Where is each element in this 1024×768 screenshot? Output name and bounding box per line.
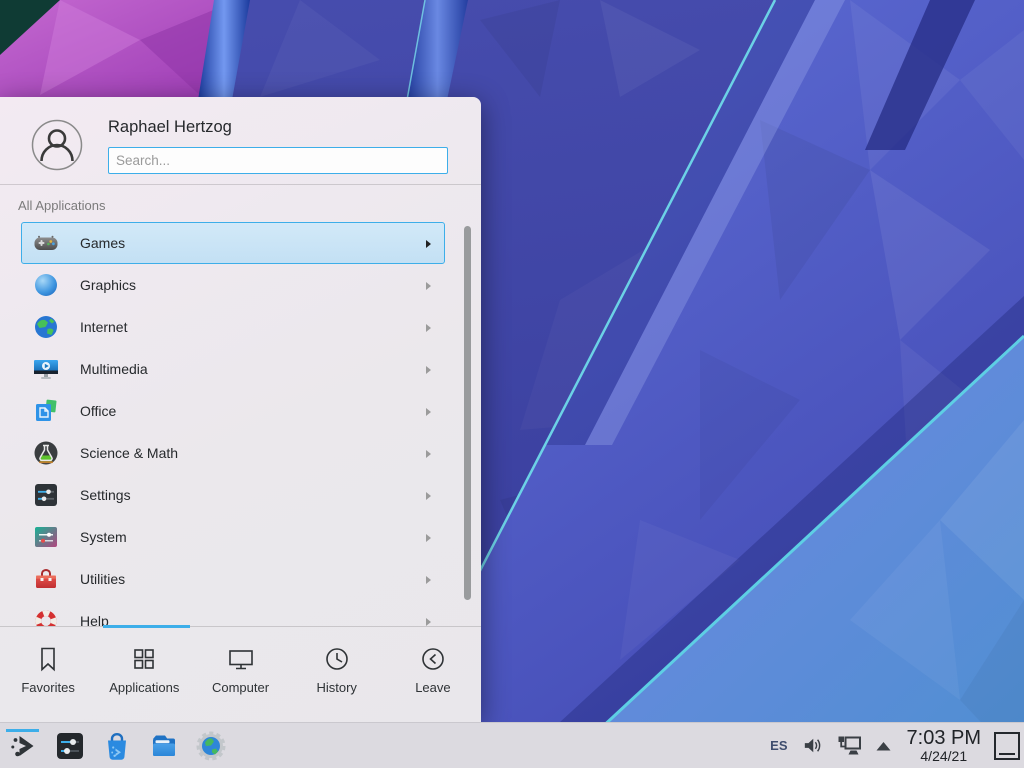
tab-label: Applications <box>109 680 179 695</box>
leave-icon <box>418 644 448 674</box>
desktop: Raphael Hertzog All Applications Games <box>0 0 1024 768</box>
file-manager-button[interactable] <box>147 726 180 766</box>
settings-icon <box>33 482 59 508</box>
category-item-multimedia[interactable]: Multimedia <box>21 348 445 390</box>
category-item-games[interactable]: Games <box>21 222 445 264</box>
taskbar-launchers <box>0 726 227 766</box>
caret-up-icon <box>875 739 892 752</box>
system-settings-icon <box>54 730 86 762</box>
utilities-icon <box>33 566 59 592</box>
category-item-utilities[interactable]: Utilities <box>21 558 445 600</box>
user-avatar-icon <box>31 119 83 171</box>
active-task-indicator <box>6 729 39 732</box>
launcher-tab-bar: Favorites Applications Computer <box>0 626 481 722</box>
category-item-help[interactable]: Help <box>21 600 445 626</box>
submenu-arrow-icon <box>423 575 433 585</box>
app-grid-icon <box>129 644 159 674</box>
discover-button[interactable] <box>100 726 133 766</box>
multimedia-icon <box>33 356 59 382</box>
submenu-arrow-icon <box>423 407 433 417</box>
clock-icon <box>322 644 352 674</box>
user-name: Raphael Hertzog <box>108 118 232 137</box>
tab-history[interactable]: History <box>289 627 385 722</box>
submenu-arrow-icon <box>423 449 433 459</box>
tab-favorites[interactable]: Favorites <box>0 627 96 722</box>
digital-clock[interactable]: 7:03 PM 4/24/21 <box>907 728 981 764</box>
graphics-icon <box>33 272 59 298</box>
folder-icon <box>148 730 180 762</box>
category-label: Settings <box>80 487 131 503</box>
system-icon <box>33 524 59 550</box>
tab-label: Computer <box>212 680 269 695</box>
tab-applications[interactable]: Applications <box>96 627 192 722</box>
category-label: Internet <box>80 319 127 335</box>
globe-gear-icon <box>195 730 227 762</box>
show-desktop-button[interactable] <box>994 732 1020 760</box>
search-input[interactable] <box>108 147 448 174</box>
section-label: All Applications <box>18 198 105 213</box>
science-math-icon <box>33 440 59 466</box>
category-item-office[interactable]: Office <box>21 390 445 432</box>
web-browser-button[interactable] <box>194 726 227 766</box>
tab-label: Leave <box>415 680 450 695</box>
active-tab-indicator <box>103 625 190 628</box>
application-launcher-popup: Raphael Hertzog All Applications Games <box>0 97 481 722</box>
category-item-science-math[interactable]: Science & Math <box>21 432 445 474</box>
volume-tray-item[interactable] <box>801 734 824 757</box>
category-item-internet[interactable]: Internet <box>21 306 445 348</box>
tab-label: History <box>316 680 356 695</box>
submenu-arrow-icon <box>423 281 433 291</box>
internet-icon <box>33 314 59 340</box>
category-label: Games <box>80 235 125 251</box>
category-label: Utilities <box>80 571 125 587</box>
help-icon <box>33 608 59 626</box>
category-label: System <box>80 529 127 545</box>
category-label: Multimedia <box>80 361 148 377</box>
network-tray-item[interactable] <box>837 734 862 757</box>
keyboard-layout-indicator[interactable]: ES <box>770 738 787 753</box>
wired-network-icon <box>837 734 862 757</box>
submenu-arrow-icon <box>423 365 433 375</box>
category-item-system[interactable]: System <box>21 516 445 558</box>
tab-leave[interactable]: Leave <box>385 627 481 722</box>
system-settings-button[interactable] <box>53 726 86 766</box>
submenu-arrow-icon <box>423 491 433 501</box>
application-launcher-button[interactable] <box>6 726 39 766</box>
tab-computer[interactable]: Computer <box>192 627 288 722</box>
clock-time: 7:03 PM <box>907 728 981 749</box>
list-scrollbar[interactable] <box>464 226 471 600</box>
category-item-graphics[interactable]: Graphics <box>21 264 445 306</box>
taskbar-panel: ES <box>0 722 1024 768</box>
kde-launcher-icon <box>7 730 39 762</box>
discover-icon <box>101 730 133 762</box>
bookmark-icon <box>33 644 63 674</box>
category-item-settings[interactable]: Settings <box>21 474 445 516</box>
category-label: Graphics <box>80 277 136 293</box>
category-label: Office <box>80 403 116 419</box>
games-icon <box>33 230 59 256</box>
submenu-arrow-icon <box>423 617 433 626</box>
show-desktop-glyph <box>999 753 1015 755</box>
computer-icon <box>226 644 256 674</box>
category-list: Games Graphics Intern <box>0 222 481 626</box>
submenu-arrow-icon <box>423 239 433 249</box>
submenu-arrow-icon <box>423 533 433 543</box>
submenu-arrow-icon <box>423 323 433 333</box>
clock-date: 4/24/21 <box>907 749 981 764</box>
tab-label: Favorites <box>21 680 74 695</box>
office-icon <box>33 398 59 424</box>
category-label: Science & Math <box>80 445 178 461</box>
system-tray: ES <box>770 728 1024 764</box>
tray-expander[interactable] <box>875 739 892 752</box>
launcher-header: Raphael Hertzog <box>0 97 481 185</box>
speaker-icon <box>801 734 824 757</box>
